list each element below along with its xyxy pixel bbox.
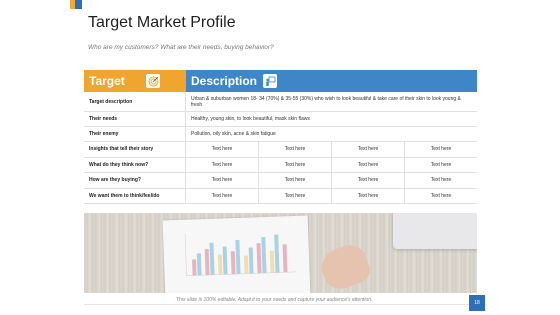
table-cell: Text here [259,173,332,188]
table-cell: Text here [186,157,259,172]
table-row: Insights that tell their story Text here… [84,142,477,158]
table-cell: Text here [186,188,259,203]
corner-accent [70,0,82,9]
row-label: Insights that tell their story [84,142,186,157]
row-label: Their enemy [84,127,186,141]
laptop [393,213,477,249]
chart-printout [162,215,311,293]
row-value: Urban & suburban women 18- 34 (70%) & 35… [191,95,461,108]
row-label: Target description [84,92,186,111]
row-label: We want them to think/feel/do [84,188,186,203]
table-cell: Text here [332,142,405,157]
table-row: We want them to think/feel/do Text here … [84,188,477,204]
row-label: Their needs [84,112,186,126]
table-cell: Text here [430,146,452,153]
table-cell: Text here [186,173,259,188]
header-description: Description [186,70,477,92]
table-row: Their needs Healthy, young skin, to look… [84,112,477,127]
table-header: Target Description [84,70,477,92]
table-cell: Text here [259,188,332,203]
table-cell: Text here [332,188,405,203]
desk-photo [84,213,477,293]
header-target-label: Target [89,74,125,88]
table-cell: Text here [430,192,452,199]
table-cell: Text here [430,161,452,168]
footer-divider [84,304,477,305]
slide-subtitle: Who are my customers? What are their nee… [88,44,274,51]
table-cell: Text here [332,157,405,172]
header-target: Target [84,70,186,92]
table-cell: Text here [332,173,405,188]
table-cell: Text here [259,157,332,172]
row-value: Healthy, young skin, to look beautiful, … [191,116,310,122]
target-icon [146,74,160,88]
table-cell: Text here [259,142,332,157]
table-row: Target description Urban & suburban wome… [84,92,477,112]
row-label: What do they think now? [84,157,186,172]
row-value: Pollution, oily skin, acne & skin fatigu… [191,131,276,137]
table-row: How are they buying? Text here Text here… [84,173,477,189]
table-row: What do they think now? Text here Text h… [84,157,477,173]
header-description-label: Description [191,74,258,88]
target-market-table: Target Description Target description Ur… [84,70,477,204]
table-cell: Text here [186,142,259,157]
person-board-icon [263,74,277,88]
slide-title: Target Market Profile [88,14,236,31]
footer-note: This slide is 100% editable. Adapt it to… [176,297,373,303]
page-number: 18 [469,295,485,311]
table-cell: Text here [430,177,452,184]
table-row: Their enemy Pollution, oily skin, acne &… [84,127,477,142]
row-label: How are they buying? [84,173,186,188]
